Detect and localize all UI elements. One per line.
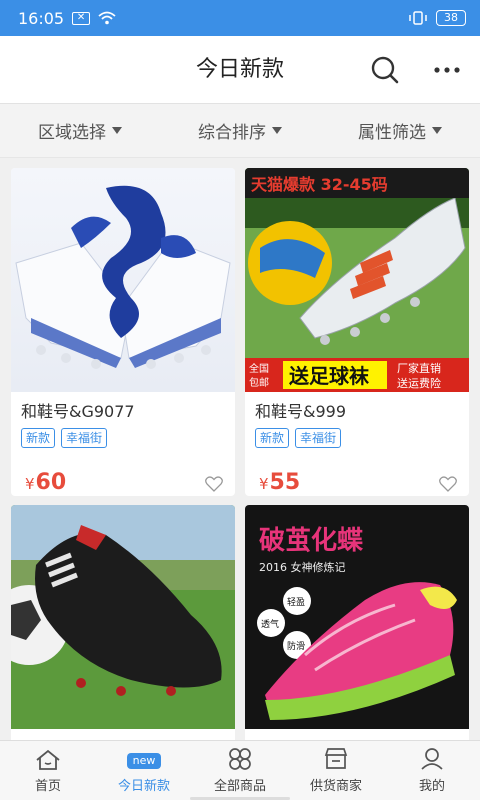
filter-label: 区域选择 [38, 123, 106, 143]
nav-label: 供货商家 [309, 779, 362, 794]
badge-text: 防滑 [287, 640, 305, 652]
filter-label: 属性筛选 [358, 123, 426, 143]
banner-right-line1: 厂家直销 [397, 361, 441, 375]
status-bar: 16:05 ✕ 38 [0, 0, 480, 36]
banner-left-line2: 包邮 [249, 376, 269, 389]
price-value: 60 [35, 470, 67, 495]
product-image: 破茧化蝶 2016 女神修炼记 轻盈 透气 防滑 [245, 505, 469, 729]
tag-new: 新款 [21, 428, 56, 448]
nav-label: 我的 [418, 779, 445, 794]
filter-attributes[interactable]: 属性筛选 [320, 104, 480, 157]
filter-bar: 区域选择 综合排序 属性筛选 [0, 104, 480, 158]
page-title: 今日新款 [195, 57, 284, 82]
product-grid: 和鞋号&G9077 新款 幸福街 ¥60 天猫爆款 32-45码 全国 包邮 送… [0, 158, 480, 740]
banner-right-line2: 送运费险 [397, 376, 441, 390]
more-icon [434, 67, 460, 73]
nav-today-new[interactable]: new 今日新款 [96, 741, 192, 800]
product-image: 天猫爆款 32-45码 全国 包邮 送足球袜 厂家直销 送运费险 [245, 168, 469, 392]
grid-icon [229, 748, 251, 770]
product-image [11, 505, 235, 729]
more-button[interactable] [430, 53, 464, 87]
product-tags: 新款 幸福街 [255, 428, 459, 448]
nav-suppliers[interactable]: 供货商家 [288, 741, 384, 800]
nav-home[interactable]: 首页 [0, 741, 96, 800]
product-name: 和鞋号&999 [255, 402, 347, 421]
headline-text: 破茧化蝶 [259, 526, 364, 556]
filter-region[interactable]: 区域选择 [0, 104, 160, 157]
nav-label: 首页 [34, 779, 61, 794]
tag-market: 幸福街 [61, 428, 108, 448]
price-currency: ¥ [259, 475, 269, 493]
dropdown-arrow-icon [432, 127, 442, 134]
product-info: 和鞋号&G9077 新款 幸福街 ¥60 [11, 392, 235, 496]
dropdown-arrow-icon [272, 127, 282, 134]
banner-center-text: 送足球袜 [289, 364, 369, 388]
status-time: 16:05 [18, 8, 65, 28]
product-tags: 新款 幸福街 [21, 428, 225, 448]
nav-label: 今日新款 [117, 779, 170, 794]
product-price: ¥55 [259, 470, 300, 495]
heart-icon[interactable] [205, 476, 223, 492]
search-button[interactable] [368, 53, 402, 87]
product-card[interactable]: 和鞋号&G9077 新款 幸福街 ¥60 [11, 168, 235, 496]
product-info [11, 729, 235, 740]
app-header: 今日新款 [0, 36, 480, 104]
filter-sort[interactable]: 综合排序 [160, 104, 320, 157]
tag-market: 幸福街 [295, 428, 342, 448]
heart-icon[interactable] [439, 476, 457, 492]
store-icon [324, 748, 348, 769]
filter-label: 综合排序 [198, 123, 266, 143]
user-icon [421, 748, 443, 770]
home-icon [36, 749, 60, 770]
badge-text: 透气 [261, 618, 279, 630]
dropdown-arrow-icon [112, 127, 122, 134]
product-name: 和鞋号&G9077 [21, 402, 135, 421]
battery-indicator: 38 [436, 10, 466, 26]
search-icon [371, 56, 399, 84]
vibrate-icon [409, 11, 427, 25]
nav-profile[interactable]: 我的 [384, 741, 480, 800]
banner-top-text: 天猫爆款 32-45码 [251, 175, 388, 194]
product-image [11, 168, 235, 392]
bottom-nav: 首页 new 今日新款 全部商品 供货商家 我的 [0, 740, 480, 800]
nav-all-products[interactable]: 全部商品 [192, 741, 288, 800]
nav-label: 全部商品 [213, 779, 266, 794]
product-info: 和鞋号&999 新款 幸福街 ¥55 [245, 392, 469, 496]
product-info [245, 729, 469, 740]
notification-icon: ✕ [72, 11, 91, 25]
price-value: 55 [269, 470, 301, 495]
badge-text: 轻盈 [287, 596, 305, 608]
banner-left-line1: 全国 [249, 362, 269, 375]
product-card[interactable] [11, 505, 235, 740]
wifi-icon [98, 11, 116, 25]
product-card[interactable]: 破茧化蝶 2016 女神修炼记 轻盈 透气 防滑 [245, 505, 469, 740]
new-badge: new [126, 753, 162, 769]
tag-new: 新款 [255, 428, 290, 448]
price-currency: ¥ [25, 475, 35, 493]
product-price: ¥60 [25, 470, 66, 495]
subline-text: 2016 女神修炼记 [259, 560, 346, 574]
product-card[interactable]: 天猫爆款 32-45码 全国 包邮 送足球袜 厂家直销 送运费险 和鞋号&999… [245, 168, 469, 496]
